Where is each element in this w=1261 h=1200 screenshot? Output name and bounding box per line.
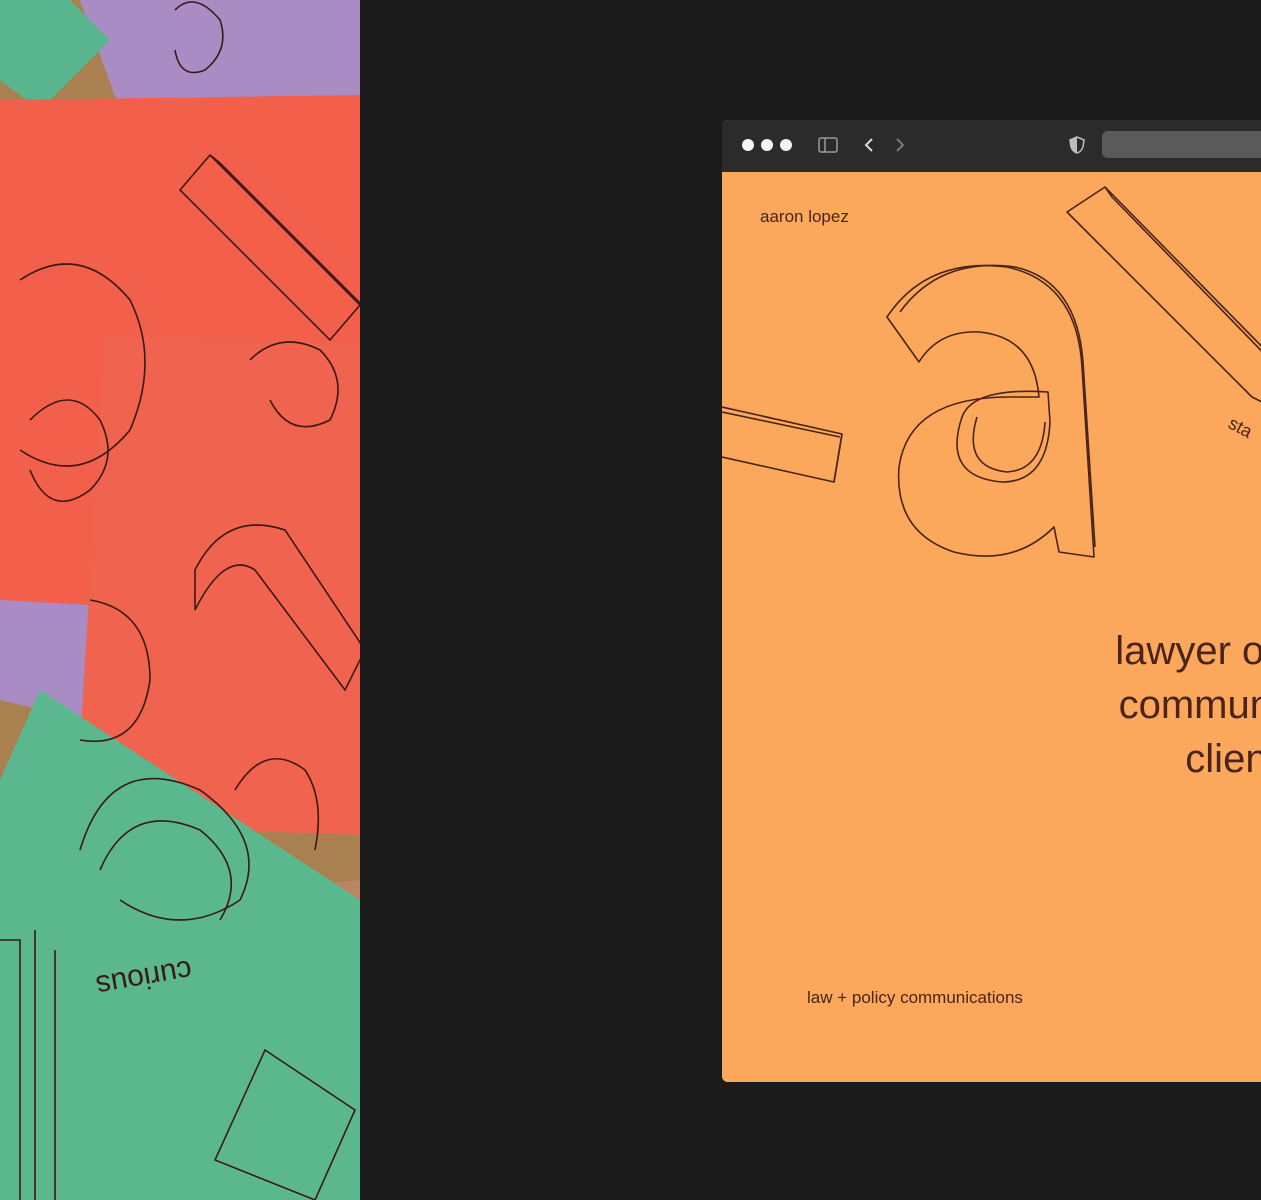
chevron-right-icon[interactable] [889,134,911,156]
artwork-word: sta [1225,413,1256,442]
address-bar[interactable] [1102,131,1261,158]
headline-line-2: communicatio [1118,683,1261,727]
site-name[interactable]: aaron lopez [760,207,849,227]
browser-toolbar [722,120,1261,172]
close-window-button[interactable] [742,139,754,151]
sidebar-icon[interactable] [817,134,839,156]
shield-icon[interactable] [1066,134,1088,156]
headline-line-3: clients [1185,737,1261,781]
browser-window: sta aaron lopez lawyer optimiz communica… [722,120,1261,1082]
chevron-left-icon[interactable] [858,134,880,156]
cards-collage-image: curious [0,0,360,1200]
headline-line-1: lawyer optimiz [1115,629,1261,673]
zoom-window-button[interactable] [780,139,792,151]
site-tagline: law + policy communications [807,988,1023,1007]
web-page: sta aaron lopez lawyer optimiz communica… [722,172,1261,1082]
hero-headline: lawyer optimiz communicatio clients [972,624,1261,786]
cards-photo: curious [0,0,360,1200]
minimize-window-button[interactable] [761,139,773,151]
